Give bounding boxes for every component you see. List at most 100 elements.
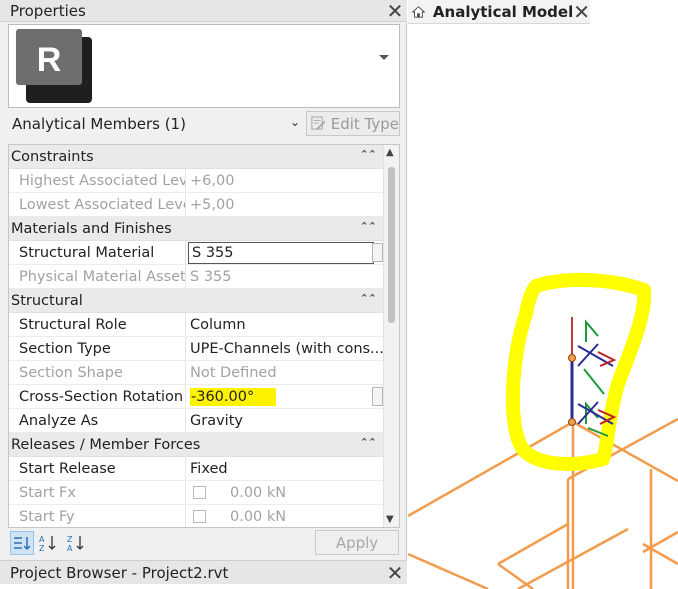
prop-name: Lowest Associated Level xyxy=(9,193,186,216)
material-browse-button[interactable] xyxy=(372,243,383,262)
prop-value: S 355 xyxy=(190,268,232,285)
selector-row: Analytical Members (1) ⌄ Edit Type xyxy=(0,110,407,138)
collapse-icon[interactable]: ⌃⌃ xyxy=(360,148,377,161)
scrollbar-thumb[interactable] xyxy=(388,167,395,323)
prop-row-section-type[interactable]: Section Type UPE-Channels (with cons... xyxy=(9,337,384,361)
properties-scrollbar[interactable]: ▲ ▼ xyxy=(383,145,399,527)
prop-row-section-shape: Section Shape Not Defined xyxy=(9,361,384,385)
svg-text:Z: Z xyxy=(39,544,45,552)
svg-text:A: A xyxy=(67,544,73,552)
prop-row-lowest-level: Lowest Associated Level +5,00 xyxy=(9,193,384,217)
start-fx-checkbox[interactable] xyxy=(193,486,206,499)
close-icon[interactable]: ✕ xyxy=(383,0,407,23)
prop-row-start-fy: Start Fy 0.00 kN xyxy=(9,505,384,527)
prop-name: Highest Associated Level xyxy=(9,169,186,192)
prop-value: -360.00° xyxy=(190,387,277,406)
member-line xyxy=(572,420,678,483)
group-materials-and-finishes[interactable]: Materials and Finishes ⌃⌃ xyxy=(9,217,384,241)
collapse-icon[interactable]: ⌃⌃ xyxy=(360,436,377,449)
close-icon[interactable]: ✕ xyxy=(383,561,407,585)
group-label: Releases / Member Forces xyxy=(11,436,201,453)
prop-value[interactable]: Column xyxy=(186,313,384,336)
chevron-down-icon: ⌄ xyxy=(289,115,300,129)
revit-window: Properties ✕ R Analytical Members (1) ⌄ xyxy=(0,0,678,589)
prop-value: +5,00 xyxy=(190,196,235,213)
home-icon xyxy=(412,5,425,18)
revit-logo-icon: R xyxy=(16,29,92,103)
start-fy-checkbox[interactable] xyxy=(193,510,206,523)
properties-title: Properties xyxy=(10,1,86,20)
prop-value: 0.00 kN xyxy=(230,508,287,525)
prop-name: Analyze As xyxy=(9,409,186,432)
prop-value-cell: S 355 xyxy=(186,241,384,264)
chevron-down-icon[interactable] xyxy=(379,55,389,60)
view-tab-label: Analytical Model xyxy=(432,2,574,21)
properties-bottom-bar: A Z Z A Apply xyxy=(8,530,400,558)
categorized-sort-icon[interactable] xyxy=(10,531,34,555)
prop-row-start-fx: Start Fx 0.00 kN xyxy=(9,481,384,505)
cross-section-rotation-field[interactable]: -360.00° xyxy=(186,385,384,408)
prop-row-structural-material[interactable]: Structural Material S 355 xyxy=(9,241,384,265)
type-selector[interactable]: R xyxy=(8,24,400,108)
highlight-annotation xyxy=(505,272,652,471)
group-structural[interactable]: Structural ⌃⌃ xyxy=(9,289,384,313)
member-line xyxy=(642,530,678,554)
prop-row-cross-section-rotation[interactable]: Cross-Section Rotation -360.00° xyxy=(9,385,384,409)
sort-ascending-icon[interactable]: A Z xyxy=(36,531,60,555)
prop-value: +6,00 xyxy=(190,172,235,189)
analytical-model-view[interactable] xyxy=(408,24,678,589)
collapse-icon[interactable]: ⌃⌃ xyxy=(360,220,377,233)
rotation-edit-button[interactable] xyxy=(372,387,383,406)
collapse-icon[interactable]: ⌃⌃ xyxy=(360,292,377,305)
prop-value: Not Defined xyxy=(190,364,277,381)
prop-name: Structural Role xyxy=(9,313,186,336)
prop-value-cell: 0.00 kN xyxy=(186,505,384,527)
view-tab-analytical-model[interactable]: Analytical Model ✕ xyxy=(408,0,590,24)
svg-text:Z: Z xyxy=(67,535,73,544)
analytical-members xyxy=(408,417,678,589)
prop-name: Start Fx xyxy=(9,481,186,504)
group-label: Structural xyxy=(11,292,83,309)
prop-name: Structural Material xyxy=(9,241,186,264)
prop-row-start-release[interactable]: Start Release Fixed xyxy=(9,457,384,481)
group-releases-member-forces[interactable]: Releases / Member Forces ⌃⌃ xyxy=(9,433,384,457)
prop-row-analyze-as[interactable]: Analyze As Gravity xyxy=(9,409,384,433)
axis-z-glyph xyxy=(583,368,605,395)
member-line xyxy=(497,522,569,566)
properties-titlebar[interactable]: Properties ✕ xyxy=(0,0,407,23)
prop-row-structural-role[interactable]: Structural Role Column xyxy=(9,313,384,337)
properties-panel: Properties ✕ R Analytical Members (1) ⌄ xyxy=(0,0,407,560)
prop-value[interactable]: Gravity xyxy=(186,409,384,432)
scroll-up-icon[interactable]: ▲ xyxy=(386,147,394,158)
element-filter-dropdown[interactable]: Analytical Members (1) ⌄ xyxy=(8,112,304,136)
close-icon[interactable]: ✕ xyxy=(573,0,590,24)
prop-value[interactable]: Fixed xyxy=(186,457,384,480)
svg-text:A: A xyxy=(39,535,45,544)
edit-type-button[interactable]: Edit Type xyxy=(306,111,400,136)
properties-grid-content: Constraints ⌃⌃ Highest Associated Level … xyxy=(9,145,384,527)
properties-grid: Constraints ⌃⌃ Highest Associated Level … xyxy=(8,144,400,528)
edit-type-icon xyxy=(311,116,326,130)
prop-value[interactable]: UPE-Channels (with cons... xyxy=(186,337,384,360)
group-label: Constraints xyxy=(11,148,94,165)
element-filter-label: Analytical Members (1) xyxy=(12,115,186,133)
prop-value: 0.00 kN xyxy=(230,484,287,501)
prop-name: Start Release xyxy=(9,457,186,480)
edit-type-label: Edit Type xyxy=(330,114,399,133)
sort-descending-icon[interactable]: Z A xyxy=(64,531,88,555)
apply-button[interactable]: Apply xyxy=(315,530,399,555)
revit-logo-letter: R xyxy=(37,41,62,79)
axis-z-glyph xyxy=(585,319,599,342)
prop-value: S 355 xyxy=(192,244,234,261)
project-browser-title: Project Browser - Project2.rvt xyxy=(10,563,229,582)
prop-name: Physical Material Asset xyxy=(9,265,186,288)
project-browser-titlebar[interactable]: Project Browser - Project2.rvt ✕ xyxy=(0,560,407,585)
column-end-node xyxy=(568,354,576,362)
prop-name: Cross-Section Rotation xyxy=(9,385,186,408)
prop-row-physical-material-asset: Physical Material Asset S 355 xyxy=(9,265,384,289)
prop-row-highest-level: Highest Associated Level +6,00 xyxy=(9,169,384,193)
group-constraints[interactable]: Constraints ⌃⌃ xyxy=(9,145,384,169)
prop-name: Start Fy xyxy=(9,505,186,527)
structural-material-field[interactable]: S 355 xyxy=(188,241,374,264)
scroll-down-icon[interactable]: ▼ xyxy=(386,514,394,525)
